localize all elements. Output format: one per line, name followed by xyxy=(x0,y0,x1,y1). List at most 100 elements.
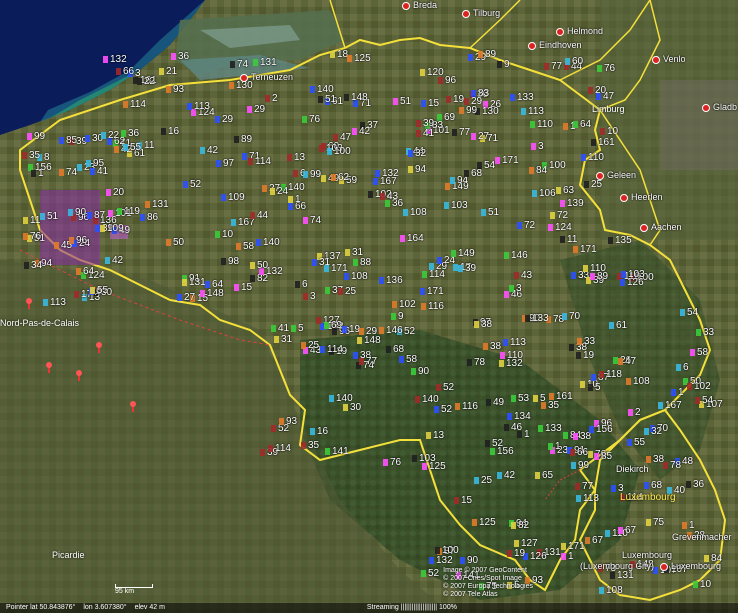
placemark-icon[interactable] xyxy=(421,570,426,577)
placemark-icon[interactable] xyxy=(532,190,537,197)
placemark-icon[interactable] xyxy=(514,272,519,279)
placemark-icon[interactable] xyxy=(321,175,326,182)
placemark-icon[interactable] xyxy=(538,425,543,432)
placemark-icon[interactable] xyxy=(399,356,404,363)
placemark-icon[interactable] xyxy=(421,303,426,310)
placemark-icon[interactable] xyxy=(563,123,568,130)
placemark-icon[interactable] xyxy=(420,288,425,295)
placemark-icon[interactable] xyxy=(236,243,241,250)
placemark-icon[interactable] xyxy=(560,236,565,243)
city-label-breda[interactable]: Breda xyxy=(402,0,437,10)
placemark-icon[interactable] xyxy=(123,144,128,151)
placemark-icon[interactable] xyxy=(590,273,595,280)
placemark-icon[interactable] xyxy=(511,395,516,402)
placemark-icon[interactable] xyxy=(429,557,434,564)
placemark-icon[interactable] xyxy=(575,483,580,490)
placemark-icon[interactable] xyxy=(696,329,701,336)
placemark-icon[interactable] xyxy=(560,200,565,207)
placemark-icon[interactable] xyxy=(530,121,535,128)
placemark-icon[interactable] xyxy=(250,275,255,282)
placemark-icon[interactable] xyxy=(287,154,292,161)
placemark-icon[interactable] xyxy=(472,519,477,526)
placemark-icon[interactable] xyxy=(570,449,575,456)
city-label-diekirch[interactable]: Diekirch xyxy=(616,464,649,474)
placemark-icon[interactable] xyxy=(117,208,122,215)
placemark-icon[interactable] xyxy=(324,265,329,272)
placemark-icon[interactable] xyxy=(495,157,500,164)
placemark-icon[interactable] xyxy=(483,343,488,350)
placemark-icon[interactable] xyxy=(529,167,534,174)
placemark-icon[interactable] xyxy=(676,364,681,371)
placemark-icon[interactable] xyxy=(90,287,95,294)
placemark-icon[interactable] xyxy=(693,581,698,588)
placemark-icon[interactable] xyxy=(438,77,443,84)
placemark-icon[interactable] xyxy=(576,352,581,359)
placemark-icon[interactable] xyxy=(569,344,574,351)
placemark-icon[interactable] xyxy=(571,462,576,469)
placemark-icon[interactable] xyxy=(325,287,330,294)
placemark-icon[interactable] xyxy=(183,181,188,188)
placemark-icon[interactable] xyxy=(69,237,74,244)
placemark-icon[interactable] xyxy=(591,374,596,381)
placemark-icon[interactable] xyxy=(588,451,593,458)
placemark-icon[interactable] xyxy=(200,290,205,297)
placemark-icon[interactable] xyxy=(416,130,421,137)
city-label-aachen[interactable]: Aachen xyxy=(640,222,682,232)
placemark-icon[interactable] xyxy=(695,397,700,404)
placemark-icon[interactable] xyxy=(671,389,676,396)
placemark-icon[interactable] xyxy=(116,68,121,75)
placemark-icon[interactable] xyxy=(571,272,576,279)
placemark-icon[interactable] xyxy=(302,116,307,123)
city-label-helmond[interactable]: Helmond xyxy=(556,26,603,36)
placemark-icon[interactable] xyxy=(517,222,522,229)
placemark-icon[interactable] xyxy=(386,346,391,353)
placemark-icon[interactable] xyxy=(85,135,90,142)
placemark-icon[interactable] xyxy=(611,485,616,492)
placemark-icon[interactable] xyxy=(166,86,171,93)
placemark-icon[interactable] xyxy=(435,547,440,554)
placemark-icon[interactable] xyxy=(22,152,27,159)
placemark-icon[interactable] xyxy=(460,557,465,564)
placemark-icon[interactable] xyxy=(646,456,651,463)
placemark-icon[interactable] xyxy=(400,235,405,242)
placemark-icon[interactable] xyxy=(644,482,649,489)
placemark-icon[interactable] xyxy=(171,53,176,60)
placemark-icon[interactable] xyxy=(375,170,380,177)
placemark-icon[interactable] xyxy=(347,55,352,62)
placemark-icon[interactable] xyxy=(451,250,456,257)
placemark-icon[interactable] xyxy=(200,147,205,154)
placemark-icon[interactable] xyxy=(458,265,463,272)
placemark-icon[interactable] xyxy=(77,164,82,171)
placemark-icon[interactable] xyxy=(599,371,604,378)
placemark-icon[interactable] xyxy=(646,519,651,526)
placemark-icon[interactable] xyxy=(182,279,187,286)
placemark-icon[interactable] xyxy=(525,315,530,322)
placemark-icon[interactable] xyxy=(316,317,321,324)
placemark-icon[interactable] xyxy=(368,191,373,198)
placemark-icon[interactable] xyxy=(591,139,596,146)
placemark-icon[interactable] xyxy=(353,259,358,266)
placemark-icon[interactable] xyxy=(504,291,509,298)
placemark-icon[interactable] xyxy=(452,129,457,136)
placemark-icon[interactable] xyxy=(550,212,555,219)
placemark-icon[interactable] xyxy=(422,271,427,278)
placemark-icon[interactable] xyxy=(486,399,491,406)
placemark-icon[interactable] xyxy=(74,291,79,298)
placemark-icon[interactable] xyxy=(344,94,349,101)
placemark-icon[interactable] xyxy=(561,553,566,560)
placemark-icon[interactable] xyxy=(507,550,512,557)
city-label-grevenmacher[interactable]: Grevenmacher xyxy=(672,532,732,542)
placemark-icon[interactable] xyxy=(31,170,36,177)
placemark-icon[interactable] xyxy=(250,212,255,219)
placemark-icon[interactable] xyxy=(253,59,258,66)
placemark-icon[interactable] xyxy=(268,445,273,452)
placemark-icon[interactable] xyxy=(333,134,338,141)
placemark-icon[interactable] xyxy=(421,100,426,107)
placemark-icon[interactable] xyxy=(23,233,28,240)
placemark-icon[interactable] xyxy=(59,137,64,144)
placemark-icon[interactable] xyxy=(145,201,150,208)
placemark-icon[interactable] xyxy=(594,453,599,460)
placemark-icon[interactable] xyxy=(379,277,384,284)
placemark-icon[interactable] xyxy=(573,433,578,440)
placemark-icon[interactable] xyxy=(605,530,610,537)
